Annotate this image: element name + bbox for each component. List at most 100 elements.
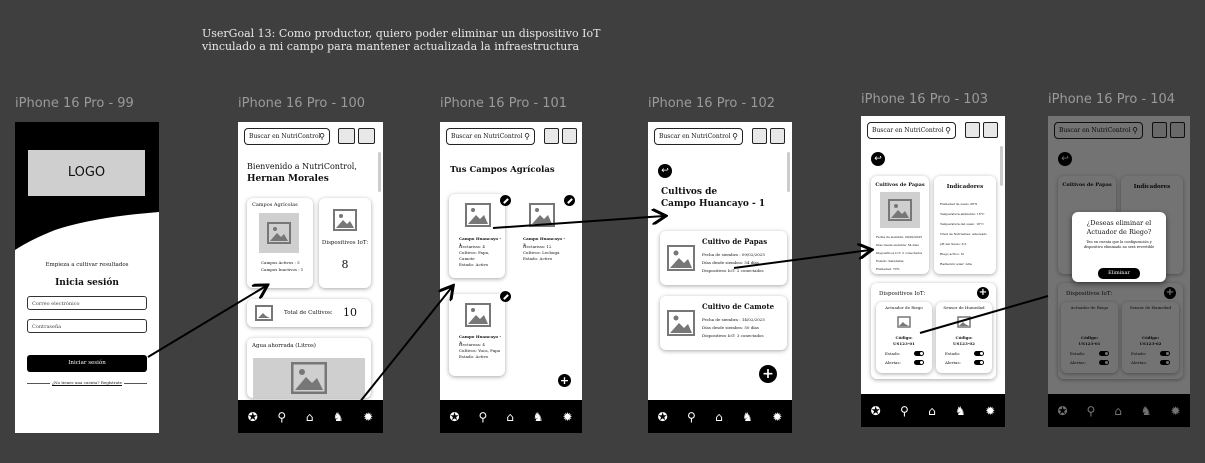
scrollbar[interactable] bbox=[378, 152, 381, 192]
campos-title: Tus Campos Agrícolas bbox=[450, 165, 555, 175]
add-device-button[interactable]: + bbox=[977, 287, 989, 299]
edit-icon[interactable] bbox=[564, 195, 575, 206]
cultivo-card-1[interactable]: Cultivo de Papas Fecha de siembra : 09/0… bbox=[660, 231, 787, 285]
bulb-icon[interactable]: ✹ bbox=[772, 410, 782, 424]
star-icon[interactable]: ✪ bbox=[248, 410, 258, 424]
star-icon[interactable]: ✪ bbox=[658, 410, 668, 424]
bulb-icon[interactable]: ✹ bbox=[562, 410, 572, 424]
agua-card[interactable]: Agua ahorrada (Litros) bbox=[247, 338, 371, 398]
device-code-label: Código: bbox=[955, 335, 973, 340]
image-icon[interactable] bbox=[544, 128, 559, 144]
frame-label-102: iPhone 16 Pro - 102 bbox=[648, 96, 776, 111]
device-card-1[interactable]: Actuador de Riego Código: US123-01 Estad… bbox=[876, 302, 932, 373]
email-field[interactable]: Correo electrónico bbox=[27, 296, 147, 310]
dispositivos-card[interactable]: Dispositivos IoT: 8 bbox=[319, 198, 371, 288]
image-icon[interactable] bbox=[562, 128, 577, 144]
edit-icon[interactable] bbox=[500, 195, 511, 206]
image-placeholder-icon bbox=[253, 358, 365, 398]
search-icon: ⚲ bbox=[524, 132, 530, 141]
farmer-icon[interactable]: ♞ bbox=[533, 410, 544, 424]
agua-label: Agua ahorrada (Litros) bbox=[252, 343, 316, 349]
search-input[interactable]: Buscar en NutriControl⚲ bbox=[654, 128, 743, 145]
indicator-line: Humedad de suelo: 68% bbox=[940, 202, 978, 206]
image-placeholder-icon bbox=[956, 315, 972, 329]
image-placeholder-icon bbox=[464, 302, 491, 327]
frame-label-103: iPhone 16 Pro - 103 bbox=[861, 92, 989, 107]
device-card-2[interactable]: Sensor de Humedad Código: US123-02 Estad… bbox=[936, 302, 992, 373]
search-icon[interactable]: ⚲ bbox=[478, 410, 487, 424]
delete-button[interactable]: Eliminar bbox=[1098, 268, 1140, 279]
bulb-icon[interactable]: ✹ bbox=[363, 410, 373, 424]
star-icon[interactable]: ✪ bbox=[871, 404, 881, 418]
search-icon[interactable]: ⚲ bbox=[900, 404, 909, 418]
estado-toggle[interactable] bbox=[974, 351, 984, 356]
search-icon[interactable]: ⚲ bbox=[687, 410, 696, 424]
cultivo-card-2[interactable]: Cultivo de Camote Fecha de siembra : 14/… bbox=[660, 296, 787, 350]
device-name: Actuador de Riego bbox=[885, 305, 923, 310]
campos-card[interactable]: Campos Agrícolas Campos Activos : 5 Camp… bbox=[247, 198, 313, 288]
dispositivos-title: Dispositivos IoT: bbox=[879, 291, 926, 297]
indicator-line: pH del Suelo: 6.5 bbox=[940, 242, 967, 246]
farmer-icon[interactable]: ♞ bbox=[333, 410, 344, 424]
indicator-line: Temperatura del suelo: 16°C bbox=[940, 222, 984, 226]
dispositivos-count: 8 bbox=[341, 258, 349, 271]
home-screen: Buscar en NutriControl ⚲ Bienvenido a Nut… bbox=[238, 122, 383, 433]
frame-label-101: iPhone 16 Pro - 101 bbox=[440, 96, 568, 111]
bottom-nav: ✪ ⚲ ⌂ ♞ ✹ bbox=[648, 400, 792, 433]
cultivo-dias: Días desde siembra: 50 días bbox=[702, 325, 759, 330]
register-link[interactable]: ¿No tienes una cuenta? Regístrate bbox=[50, 380, 124, 385]
alertas-toggle[interactable] bbox=[974, 360, 984, 365]
campos-screen: Buscar en NutriControl ⚲ Tus Campos Agríc… bbox=[440, 122, 582, 433]
add-cultivo-button[interactable]: + bbox=[759, 365, 777, 383]
flow-arrows bbox=[147, 0, 1049, 409]
star-icon[interactable]: ✪ bbox=[449, 410, 459, 424]
search-placeholder: Buscar en NutriControl bbox=[872, 127, 944, 134]
search-input[interactable]: Buscar en NutriControl⚲ bbox=[244, 128, 330, 145]
image-icon[interactable] bbox=[358, 128, 375, 144]
delete-dialog-screen: Buscar en NutriControl⚲ ↩ Cultivos de Pa… bbox=[1048, 116, 1190, 427]
info-line: Estado: Saludable bbox=[876, 259, 904, 263]
image-icon[interactable] bbox=[983, 122, 998, 138]
image-icon[interactable] bbox=[965, 122, 980, 138]
scrollbar[interactable] bbox=[787, 152, 790, 192]
campo-cultivos: Cultivos: Papa, Camote bbox=[459, 250, 490, 261]
login-screen: LOGO Empieza a cultivar resultados Inici… bbox=[15, 122, 159, 433]
edit-icon[interactable] bbox=[500, 291, 511, 302]
search-placeholder: Buscar en NutriControl bbox=[249, 133, 321, 140]
campos-activos: Campos Activos : 5 bbox=[261, 260, 300, 265]
campo-card-2[interactable]: Campo Huancayo - 2 Hectareas: 12 Cultivo… bbox=[513, 194, 569, 278]
delete-dialog: ¿Deseas eliminar el Actuador de Riego? T… bbox=[1072, 212, 1166, 282]
home-icon[interactable]: ⌂ bbox=[715, 410, 723, 424]
image-icon[interactable] bbox=[770, 128, 785, 144]
image-icon[interactable] bbox=[338, 128, 355, 144]
home-icon[interactable]: ⌂ bbox=[306, 410, 314, 424]
back-button[interactable]: ↩ bbox=[658, 164, 672, 178]
search-input[interactable]: Buscar en NutriControl⚲ bbox=[867, 122, 956, 139]
back-button[interactable]: ↩ bbox=[871, 152, 885, 166]
estado-label: Estado: bbox=[945, 351, 961, 356]
search-icon[interactable]: ⚲ bbox=[277, 410, 286, 424]
password-field[interactable]: Contraseña bbox=[27, 319, 147, 333]
campos-title: Campos Agrícolas bbox=[252, 202, 298, 208]
campo-estado: Estado: Activo bbox=[459, 262, 489, 267]
farmer-icon[interactable]: ♞ bbox=[742, 410, 753, 424]
alertas-toggle[interactable] bbox=[914, 360, 924, 365]
campo-card-1[interactable]: Campo Huancayo - 1 Hectareas: 4 Cultivos… bbox=[449, 194, 505, 278]
add-campo-button[interactable]: + bbox=[558, 374, 571, 387]
home-icon[interactable]: ⌂ bbox=[506, 410, 514, 424]
login-button[interactable]: Iniciar sesión bbox=[27, 355, 147, 372]
user-name: Hernan Morales bbox=[247, 174, 329, 184]
estado-toggle[interactable] bbox=[914, 351, 924, 356]
cultivos-card[interactable]: Total de Cultivos: 10 bbox=[247, 299, 371, 327]
cultivo-dispositivos: Dispositivos IoT: 3 conectados bbox=[702, 333, 764, 338]
home-icon[interactable]: ⌂ bbox=[928, 404, 936, 418]
scrollbar[interactable] bbox=[1000, 146, 1003, 186]
image-icon[interactable] bbox=[752, 128, 767, 144]
campo-card-3[interactable]: Campo Huancayo - 3 Hectareas: 4 Cultivos… bbox=[449, 294, 505, 376]
total-cultivos-label: Total de Cultivos: bbox=[284, 310, 333, 316]
bulb-icon[interactable]: ✹ bbox=[985, 404, 995, 418]
farmer-icon[interactable]: ♞ bbox=[955, 404, 966, 418]
search-input[interactable]: Buscar en NutriControl⚲ bbox=[446, 128, 535, 145]
image-placeholder-icon bbox=[666, 309, 696, 337]
bottom-nav: ✪ ⚲ ⌂ ♞ ✹ bbox=[440, 400, 582, 433]
